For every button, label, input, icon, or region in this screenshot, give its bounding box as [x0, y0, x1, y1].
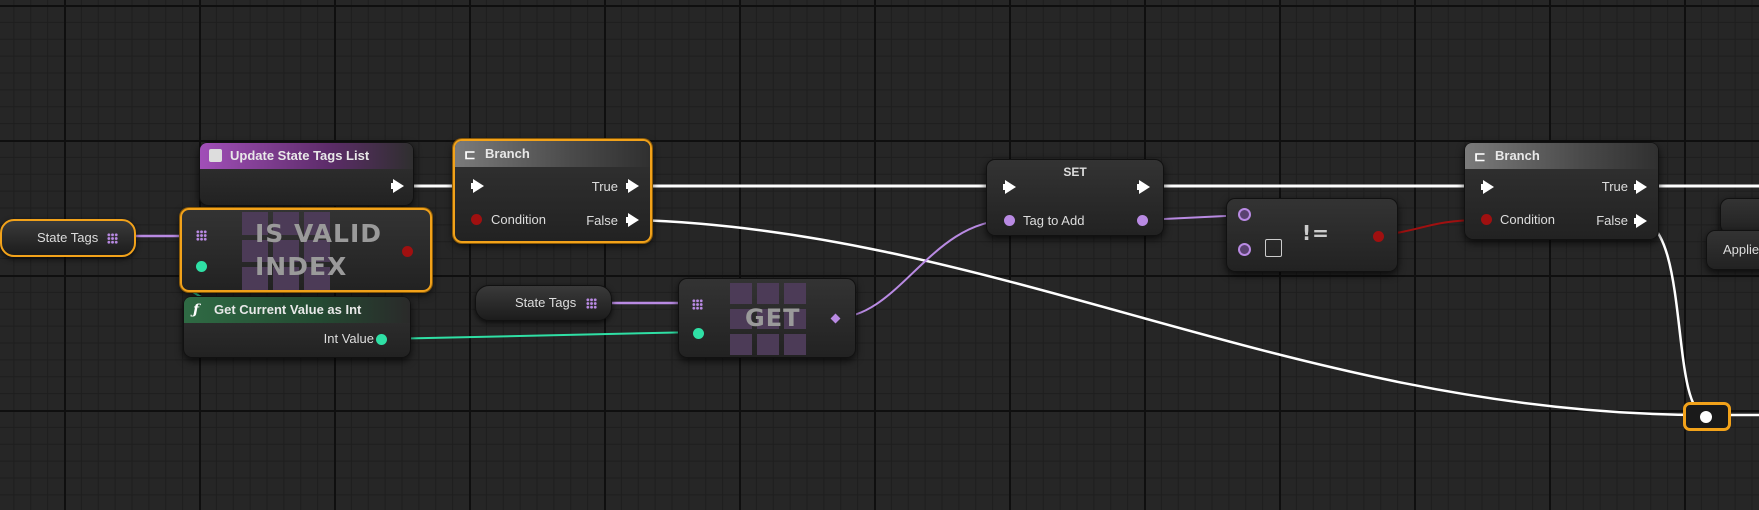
tag-to-add-label: Tag to Add: [1023, 213, 1085, 228]
branch-2-header: ⊏ Branch: [1465, 143, 1658, 169]
get-current-value-header: ƒ Get Current Value as Int: [184, 297, 410, 323]
int-value-out-pin[interactable]: [376, 334, 387, 345]
branch-node-2[interactable]: ⊏ Branch True Condition False: [1464, 142, 1659, 240]
array-pin-icon[interactable]: [107, 233, 118, 244]
array-wire-get-to-set: [834, 219, 1011, 319]
branch-icon: ⊏: [1474, 148, 1486, 164]
array-pin-icon[interactable]: [586, 298, 597, 309]
exec-wire-branch2-false-to-reroute: [1639, 218, 1706, 417]
function-icon: ƒ: [193, 302, 200, 318]
get-current-value-as-int-node[interactable]: ƒ Get Current Value as Int Int Value: [183, 296, 411, 358]
state-tags-variable-2-label: State Tags: [515, 295, 577, 310]
branch-2-title: Branch: [1495, 148, 1540, 163]
int-wire-getvalue-to-get: [381, 331, 701, 340]
state-tags-variable-1-label: State Tags: [37, 230, 99, 245]
get-array-in-pin[interactable]: [692, 299, 703, 310]
exec-out-pin[interactable]: [391, 179, 404, 193]
not-equal-input-b-field[interactable]: [1265, 239, 1282, 257]
not-equal-node[interactable]: !=: [1226, 198, 1398, 272]
applied-pin-label: Applie: [1723, 242, 1759, 257]
branch-1-true-pin[interactable]: [626, 179, 639, 193]
get-index-in-pin[interactable]: [693, 328, 704, 339]
not-equal-bool-out-pin[interactable]: [1373, 231, 1384, 242]
branch-node-1[interactable]: ⊏ Branch True Condition False: [453, 139, 652, 243]
not-equal-input-b-pin[interactable]: [1238, 243, 1251, 256]
reroute-knot-icon: [1700, 411, 1712, 423]
get-array-node[interactable]: GET: [678, 278, 856, 358]
tag-to-add-out-pin[interactable]: [1137, 215, 1148, 226]
is-valid-index-array-in-pin[interactable]: [196, 230, 207, 241]
set-title: SET: [1063, 165, 1087, 179]
branch-2-exec-in-pin[interactable]: [1481, 180, 1494, 194]
set-node[interactable]: SET Tag to Add: [986, 159, 1164, 236]
branch-2-condition-pin[interactable]: [1481, 214, 1492, 225]
branch-1-exec-in-pin[interactable]: [471, 179, 484, 193]
branch-1-condition-label: Condition: [491, 212, 546, 227]
is-valid-index-bool-out-pin[interactable]: [402, 246, 413, 257]
get-item-out-pin[interactable]: [830, 313, 841, 324]
not-equal-input-a-pin[interactable]: [1238, 208, 1251, 221]
branch-2-true-label: True: [1601, 179, 1628, 194]
is-valid-index-node[interactable]: IS VALID INDEX: [180, 208, 432, 292]
partial-node[interactable]: Applie: [1706, 230, 1759, 270]
branch-1-title: Branch: [485, 146, 530, 161]
branch-2-condition-label: Condition: [1500, 212, 1555, 227]
branch-1-false-label: False: [586, 213, 618, 228]
update-state-tags-list-title: Update State Tags List: [230, 148, 370, 163]
get-current-value-title: Get Current Value as Int: [214, 302, 362, 317]
branch-2-true-pin[interactable]: [1634, 180, 1647, 194]
is-valid-index-op-line2: INDEX: [255, 252, 348, 281]
is-valid-index-op-line1: IS VALID: [255, 219, 382, 248]
not-equal-op-label: !=: [1302, 221, 1330, 245]
set-exec-out-pin[interactable]: [1137, 180, 1150, 194]
branch-1-header: ⊏ Branch: [455, 141, 650, 167]
branch-2-false-pin[interactable]: [1634, 214, 1647, 228]
tag-to-add-in-pin[interactable]: [1004, 215, 1015, 226]
partial-node-top[interactable]: [1720, 198, 1759, 234]
branch-1-false-pin[interactable]: [626, 213, 639, 227]
update-state-tags-list-node[interactable]: Update State Tags List: [199, 142, 414, 206]
branch-2-false-label: False: [1596, 213, 1628, 228]
state-tags-variable-node-1[interactable]: State Tags: [0, 219, 136, 257]
get-op-label: GET: [745, 304, 801, 332]
reroute-node[interactable]: [1683, 402, 1731, 431]
int-value-label: Int Value: [323, 331, 374, 346]
branch-icon: ⊏: [464, 146, 476, 162]
update-state-tags-list-header: Update State Tags List: [200, 143, 413, 169]
is-valid-index-int-in-pin[interactable]: [196, 261, 207, 272]
branch-1-true-label: True: [591, 179, 618, 194]
set-exec-in-pin[interactable]: [1003, 180, 1016, 194]
function-box-icon: [209, 149, 222, 162]
state-tags-variable-node-2[interactable]: State Tags: [475, 285, 612, 321]
branch-1-condition-pin[interactable]: [471, 214, 482, 225]
